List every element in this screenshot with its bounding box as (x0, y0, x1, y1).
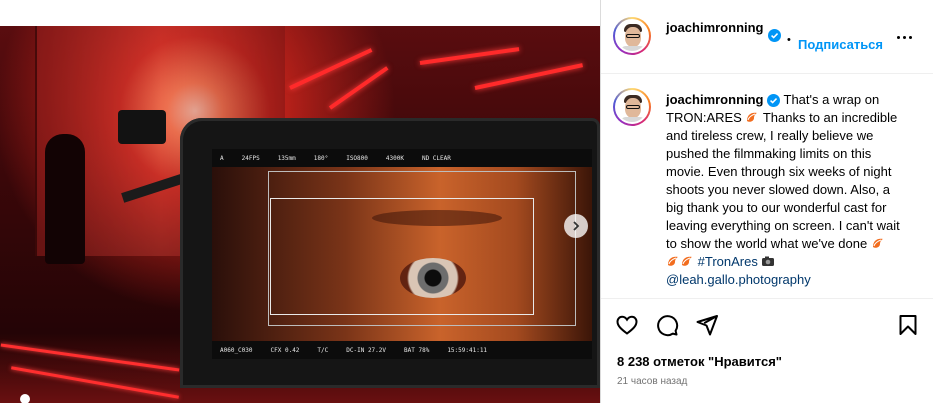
readout-item: 4300K (385, 154, 404, 162)
orange-emoji-icon (872, 238, 883, 248)
film-camera (118, 110, 166, 144)
orange-emoji-icon (682, 256, 692, 266)
next-slide-chevron-icon (573, 221, 580, 231)
readout-item: 15:59:41:11 (447, 346, 488, 354)
post-header: joachimronning • Подписаться (601, 0, 933, 74)
caption-username-link[interactable]: joachimronning (666, 92, 764, 107)
monitor-top-readout: A 24FPS 135mm 180° ISO800 4300K ND CLEAR (212, 149, 592, 167)
readout-item: ND CLEAR (421, 154, 451, 162)
readout-item: 180° (313, 154, 329, 162)
caption-part: Thanks to an incredible and tireless cre… (666, 110, 900, 251)
verified-badge-icon (768, 29, 781, 42)
frame-guide-inner (270, 198, 534, 315)
red-light-beam (474, 63, 584, 90)
share-icon[interactable] (695, 313, 719, 337)
red-light-beam (328, 66, 389, 110)
orange-emoji-icon (668, 256, 678, 266)
readout-item: A060_C030 (220, 346, 253, 354)
avatar-image (615, 90, 649, 124)
monitor-bottom-readout: A060_C030 CFX 0.42 T/C DC-IN 27.2V BAT 7… (212, 341, 592, 359)
media-corner-indicator (20, 394, 30, 403)
header-username-link[interactable]: joachimronning (666, 18, 764, 38)
readout-item: DC-IN 27.2V (346, 346, 387, 354)
readout-item: BAT 78% (404, 346, 430, 354)
crew-person-silhouette (45, 134, 85, 264)
post-timestamp[interactable]: 21 часов назад (617, 376, 687, 387)
orange-emoji-icon (747, 112, 758, 122)
readout-item: A (220, 154, 224, 162)
save-bookmark-icon[interactable] (896, 313, 920, 337)
readout-item: ISO800 (346, 154, 368, 162)
verified-badge-icon (767, 94, 781, 108)
red-light-beam (419, 47, 520, 65)
like-heart-icon[interactable] (615, 313, 639, 337)
next-slide-button[interactable] (564, 214, 588, 238)
more-options-icon[interactable] (897, 30, 917, 44)
header-dot-separator: • (787, 34, 791, 46)
readout-item: 24FPS (241, 154, 260, 162)
mention-link[interactable]: @leah.gallo.photography (666, 272, 811, 287)
post-side-panel: joachimronning • Подписаться joachimronn… (600, 0, 933, 403)
follow-button[interactable]: Подписаться (798, 37, 883, 52)
avatar[interactable] (613, 17, 651, 55)
hashtag-link[interactable]: #TronAres (698, 254, 758, 269)
readout-item: 135mm (277, 154, 296, 162)
comment-icon[interactable] (655, 313, 679, 337)
avatar-image (615, 19, 649, 53)
avatar[interactable] (613, 88, 651, 126)
likes-count[interactable]: 8 238 отметок "Нравится" (617, 354, 782, 369)
caption-section: joachimronning That's a wrap on TRON:ARE… (601, 75, 933, 297)
caption-text: joachimronning That's a wrap on TRON:ARE… (666, 91, 901, 289)
readout-item: CFX 0.42 (270, 346, 300, 354)
camera-emoji-icon (762, 256, 775, 266)
readout-item: T/C (317, 346, 329, 354)
action-bar (601, 298, 933, 348)
